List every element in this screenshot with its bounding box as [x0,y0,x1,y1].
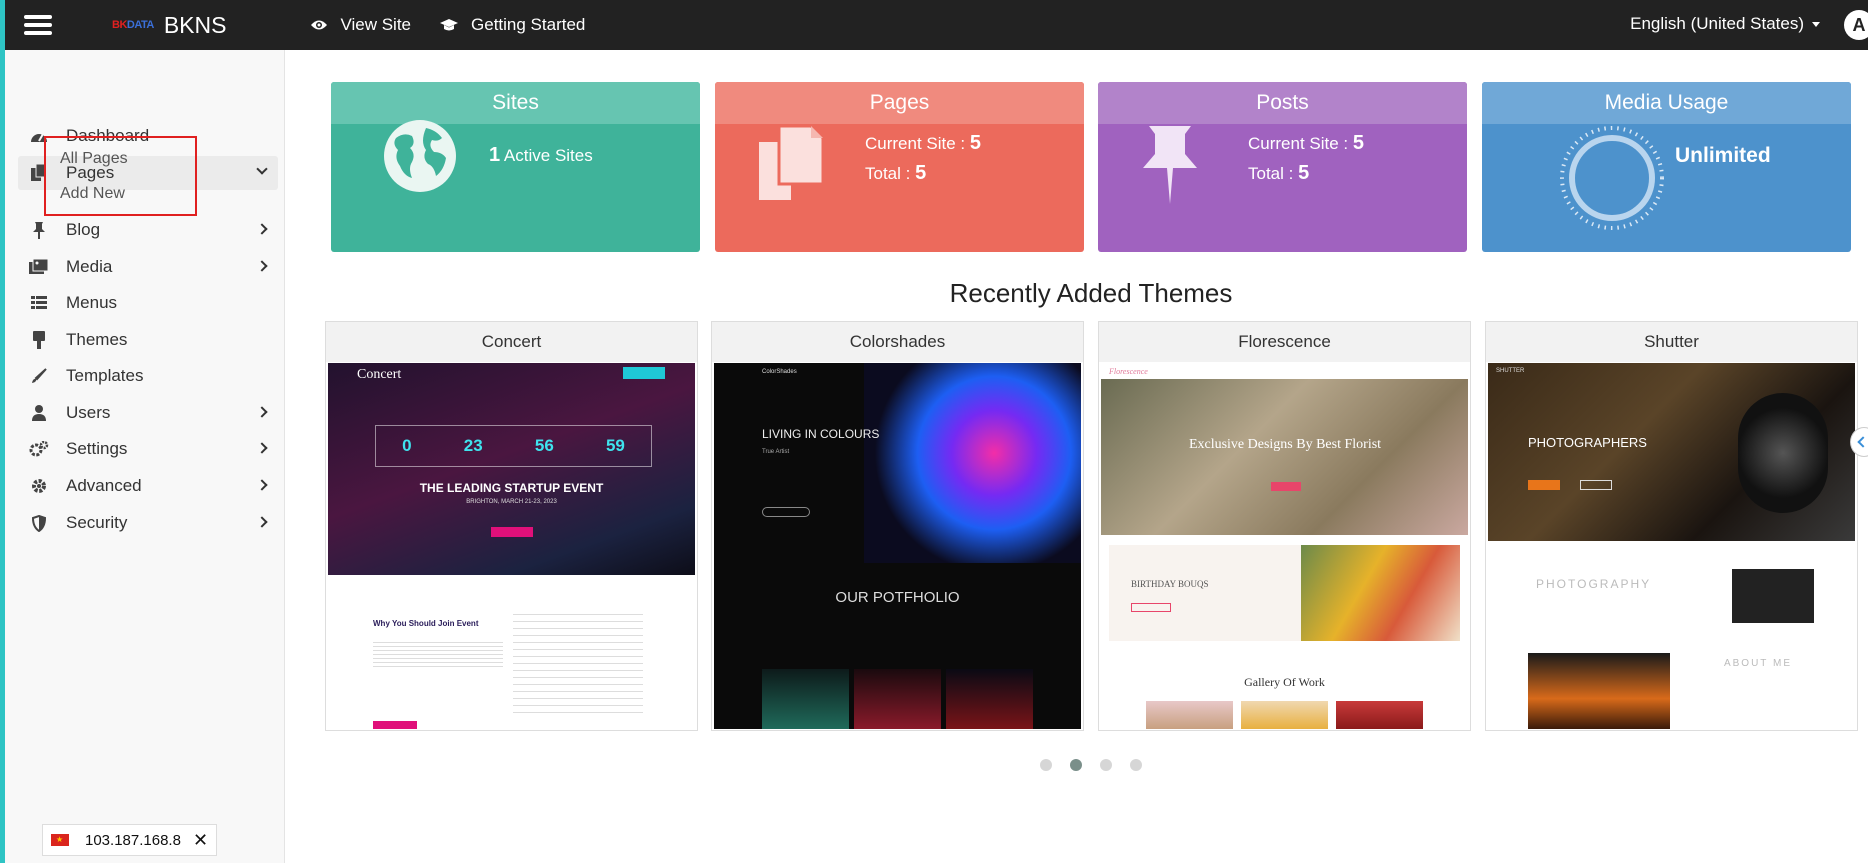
chevron-right-icon [256,516,268,528]
view-site-link[interactable]: View Site [310,15,411,35]
user-icon [29,403,49,423]
caret-down-icon [1812,21,1820,27]
submenu-add-new[interactable]: Add New [60,185,125,203]
pages-total-count: 5 [915,162,927,184]
chevron-down-icon [256,163,268,175]
gauge-ring-icon [1560,126,1664,230]
sidebar-item-users[interactable]: Users [18,396,278,430]
chevron-right-icon [256,442,268,454]
brush-icon [29,330,49,350]
gear-icon [29,476,49,496]
hamburger-menu-icon[interactable] [24,11,52,39]
paintbrush-icon [29,366,49,386]
theme-card-concert[interactable]: Concert Concert 0 23 56 59 THE LEADING STAR… [325,321,698,731]
pages-card[interactable]: Pages Current Site : 5 Total : 5 [715,82,1084,252]
theme-name: Florescence [1099,322,1470,362]
sidebar-item-settings[interactable]: Settings [18,432,278,466]
chevron-right-icon [256,406,268,418]
posts-current-count: 5 [1352,132,1365,154]
posts-card[interactable]: Posts Current Site : 5 Total : 5 [1098,82,1467,252]
card-title: Media Usage [1482,82,1851,124]
posts-total-count: 5 [1298,162,1310,184]
sidebar: Dashboard Pages All Pages Add New Blog M… [5,50,285,863]
sites-card[interactable]: Sites 1 Active Sites [331,82,700,252]
sites-count: 1 [489,144,501,166]
theme-preview: Florescence Exclusive Designs By Best Fl… [1101,363,1468,729]
vietnam-flag-icon [51,834,69,846]
brand-logo: BKDATA [112,19,154,31]
theme-name: Shutter [1486,322,1857,362]
card-title: Posts [1098,82,1467,124]
brand[interactable]: BKDATA BKNS [112,12,226,39]
globe-icon [384,120,456,192]
ip-widget: 103.187.168.8 ✕ [42,824,217,856]
carousel-dot[interactable] [1040,759,1052,771]
carousel-pagination [1040,759,1160,771]
submenu-all-pages[interactable]: All Pages [60,150,128,168]
carousel-dot[interactable] [1130,759,1142,771]
language-dropdown[interactable]: English (United States) [1630,14,1820,34]
copy-icon [759,124,825,200]
theme-preview: SHUTTER PHOTOGRAPHERS PHOTOGRAPHY ABOUT … [1488,363,1855,729]
pages-current-count: 5 [969,132,982,154]
chevron-right-icon [256,260,268,272]
sidebar-item-security[interactable]: Security [18,506,278,540]
getting-started-link[interactable]: Getting Started [439,15,585,35]
top-nav: View Site Getting Started [310,15,613,35]
avatar[interactable]: A [1844,10,1868,40]
sidebar-item-advanced[interactable]: Advanced [18,469,278,503]
section-title: Recently Added Themes [949,278,1233,308]
theme-preview: Concert 0 23 56 59 THE LEADING STARTUP EVEN… [328,363,695,729]
pages-submenu-highlight [44,136,197,216]
theme-card-colorshades[interactable]: Colorshades ColorShades LIVING IN COLOUR… [711,321,1084,731]
theme-preview: ColorShades LIVING IN COLOURS True Artis… [714,363,1081,729]
graduation-cap-icon [440,19,459,31]
media-usage-card[interactable]: Media Usage Unlimited [1482,82,1851,252]
eye-icon [311,20,328,30]
theme-card-florescence[interactable]: Florescence Florescence Exclusive Design… [1098,321,1471,731]
card-title: Pages [715,82,1084,124]
media-usage-value: Unlimited [1675,144,1771,167]
brand-name: BKNS [163,11,227,38]
photo-icon [29,257,49,277]
thumbtack-icon [1143,126,1197,204]
sidebar-item-templates[interactable]: Templates [18,359,278,393]
carousel-dot-active[interactable] [1070,759,1082,771]
sidebar-item-themes[interactable]: Themes [18,323,278,357]
sidebar-item-blog[interactable]: Blog [18,213,278,247]
carousel-dot[interactable] [1100,759,1112,771]
thumbtack-icon [29,220,49,240]
top-navbar: BKDATA BKNS View Site Getting Started En… [5,0,1868,50]
close-icon[interactable]: ✕ [193,830,208,851]
theme-name: Colorshades [712,322,1083,362]
window-edge [0,0,5,863]
chevron-right-icon [256,223,268,235]
gears-icon [29,439,49,459]
shield-icon [29,513,49,533]
chevron-right-icon [256,479,268,491]
theme-card-shutter[interactable]: Shutter SHUTTER PHOTOGRAPHERS PHOTOGRAPH… [1485,321,1858,731]
ip-address: 103.187.168.8 [85,831,181,849]
theme-name: Concert [326,322,697,362]
